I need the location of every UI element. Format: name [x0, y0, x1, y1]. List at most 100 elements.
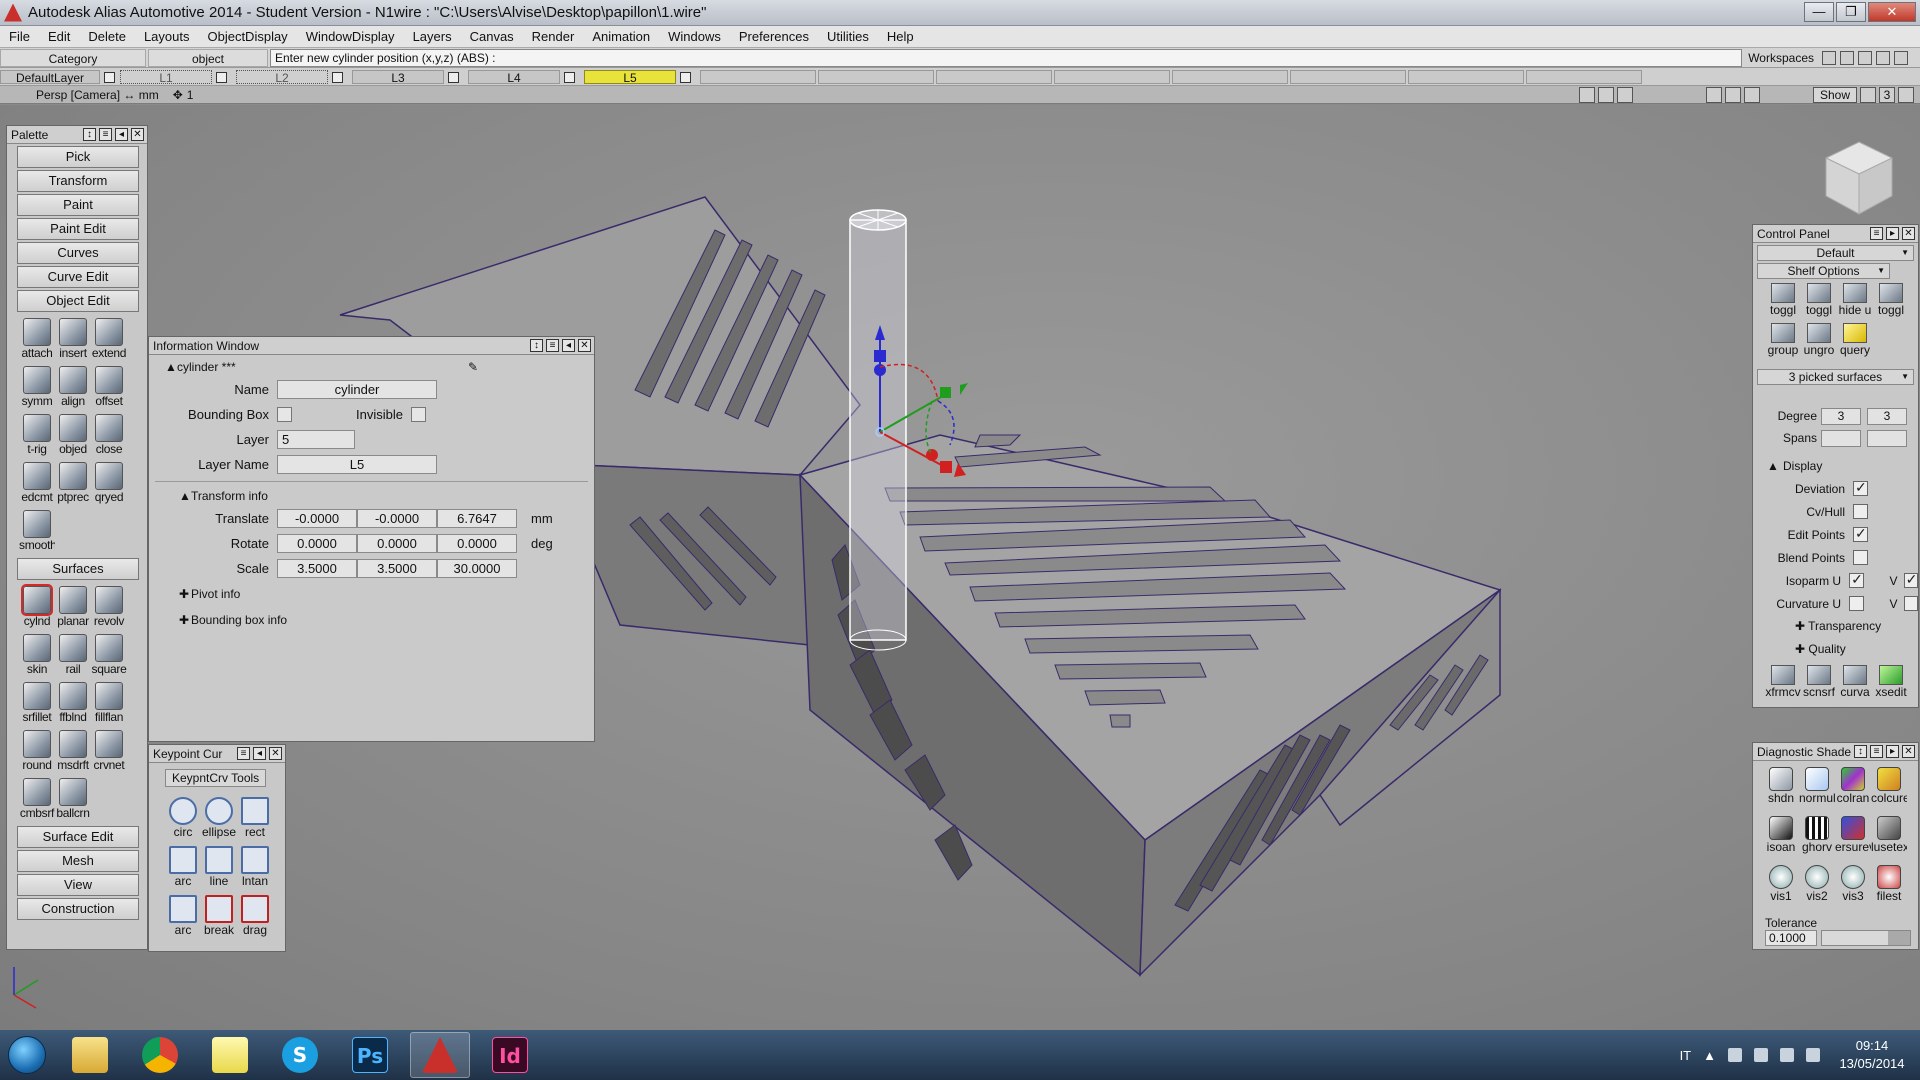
kp-tool-circ[interactable]: circ [165, 793, 201, 842]
diag-isoan[interactable]: isoan [1763, 814, 1799, 863]
tool-qryed[interactable]: qryed [91, 460, 127, 508]
layout-icon[interactable] [1860, 87, 1876, 103]
palette-curves-button[interactable]: Curves [17, 242, 139, 264]
object-selector[interactable]: object [148, 48, 268, 67]
tool-msdrft[interactable]: msdrft [55, 728, 91, 776]
tool-extend[interactable]: extend [91, 316, 127, 364]
tool-t-rig[interactable]: t-rig [19, 412, 55, 460]
diag-colran[interactable]: colran [1835, 765, 1871, 814]
layer-l3-checkbox[interactable] [448, 71, 459, 83]
layer-slot[interactable] [700, 69, 816, 84]
tray-expand-icon[interactable]: ▲ [1703, 1048, 1716, 1063]
menu-render[interactable]: Render [523, 26, 584, 48]
palette-transform-button[interactable]: Transform [17, 170, 139, 192]
isoparm-u-checkbox[interactable] [1849, 571, 1864, 588]
tool-srfillet[interactable]: srfillet [19, 680, 55, 728]
tool-edcmt[interactable]: edcmt [19, 460, 55, 508]
tool-smooth[interactable]: smooth [19, 508, 55, 556]
workspace-save-icon[interactable] [1822, 50, 1836, 65]
collapse-icon[interactable]: ◂ [562, 339, 575, 352]
object-section-header[interactable]: ▲cylinder *** ✎ [155, 357, 588, 377]
maximize-button[interactable]: ❐ [1836, 2, 1866, 22]
collapse-icon[interactable]: ◂ [115, 128, 128, 141]
wireframe-icon[interactable] [1724, 87, 1741, 103]
menu-edit[interactable]: Edit [39, 26, 79, 48]
diag-vis3[interactable]: vis3 [1835, 863, 1871, 912]
cvhull-checkbox[interactable] [1853, 504, 1868, 519]
show-button[interactable]: Show [1812, 87, 1857, 103]
tool-align[interactable]: align [55, 364, 91, 412]
tolerance-field[interactable]: 0.1000 [1765, 930, 1817, 946]
layer-default-checkbox[interactable] [104, 71, 115, 83]
zoom-icon[interactable] [1616, 87, 1633, 103]
palette-paint-edit-button[interactable]: Paint Edit [17, 218, 139, 240]
translate-z-field[interactable]: 6.7647 [437, 509, 517, 528]
camera-icon[interactable] [1578, 87, 1595, 103]
kp-tool-lntan[interactable]: lntan [237, 842, 273, 891]
shelf-toggle-2[interactable]: toggl [1801, 283, 1837, 323]
tool-attach[interactable]: attach [19, 316, 55, 364]
display-section-header[interactable]: ▲ Display [1753, 455, 1918, 477]
signal-icon[interactable] [1780, 1048, 1794, 1062]
tool-planar[interactable]: planar [55, 584, 91, 632]
diag-lusetex[interactable]: lusetex [1871, 814, 1907, 863]
minimize-button[interactable]: — [1804, 2, 1834, 22]
menu-objectdisplay[interactable]: ObjectDisplay [198, 26, 296, 48]
shelf-ungroup[interactable]: ungro [1801, 323, 1837, 363]
layer-l2[interactable]: L2 [236, 69, 343, 85]
close-icon[interactable]: ✕ [269, 747, 282, 760]
taskbar-explorer[interactable] [60, 1032, 120, 1078]
tool-scnsrf[interactable]: scnsrf [1801, 665, 1837, 705]
workspaces-label[interactable]: Workspaces [1748, 51, 1814, 65]
transparency-section[interactable]: ✚ Transparency [1753, 615, 1918, 638]
taskbar-clock[interactable]: 09:14 13/05/2014 [1832, 1037, 1912, 1073]
shelf-toggle-3[interactable]: toggl [1873, 283, 1909, 323]
kp-tool-drag[interactable]: drag [237, 891, 273, 940]
close-icon[interactable]: ✕ [131, 128, 144, 141]
taskbar-notes[interactable] [200, 1032, 260, 1078]
diag-ghorv[interactable]: ghorv [1799, 814, 1835, 863]
tool-symm[interactable]: symm [19, 364, 55, 412]
palette-curve-edit-button[interactable]: Curve Edit [17, 266, 139, 288]
tool-curva[interactable]: curva [1837, 665, 1873, 705]
diag-filest[interactable]: filest [1871, 863, 1907, 912]
degree-u-field[interactable]: 3 [1821, 407, 1861, 425]
shelf-toggle-1[interactable]: toggl [1765, 283, 1801, 323]
workspace-tool-icon[interactable] [1840, 50, 1854, 65]
layer-slot[interactable] [1054, 69, 1170, 84]
blend-points-checkbox[interactable] [1853, 550, 1868, 565]
view-cube[interactable] [1820, 138, 1898, 220]
collapse-icon[interactable]: ▸ [1886, 227, 1899, 240]
diag-normul[interactable]: normul [1799, 765, 1835, 814]
tool-close[interactable]: close [91, 412, 127, 460]
shelf-hide[interactable]: hide u [1837, 283, 1873, 323]
palette-paint-button[interactable]: Paint [17, 194, 139, 216]
layer-l3[interactable]: L3 [352, 69, 459, 85]
tool-objed[interactable]: objed [55, 412, 91, 460]
volume-icon[interactable] [1754, 1048, 1768, 1062]
diag-shdn[interactable]: shdn [1763, 765, 1799, 814]
menu-help[interactable]: Help [878, 26, 923, 48]
translate-y-field[interactable]: -0.0000 [357, 509, 437, 528]
translate-x-field[interactable]: -0.0000 [277, 509, 357, 528]
workspace-pin-icon[interactable] [1876, 50, 1890, 65]
kp-tool-rect[interactable]: rect [237, 793, 273, 842]
layer-slot[interactable] [818, 69, 934, 84]
layer-l4-checkbox[interactable] [564, 71, 575, 83]
quality-section[interactable]: ✚ Quality [1753, 638, 1918, 661]
kp-tool-break[interactable]: break [201, 891, 237, 940]
layer-name-field[interactable]: L5 [277, 455, 437, 474]
menu-icon[interactable]: ≡ [1870, 745, 1883, 758]
diag-vis1[interactable]: vis1 [1763, 863, 1799, 912]
pin-icon[interactable]: ✎ [468, 357, 478, 377]
menu-utilities[interactable]: Utilities [818, 26, 878, 48]
tool-xfrmcv[interactable]: xfrmcv [1765, 665, 1801, 705]
layer-slot[interactable] [1526, 69, 1642, 84]
tool-cylnd[interactable]: cylnd [19, 584, 55, 632]
layer-slot[interactable] [1290, 69, 1406, 84]
palette-mesh-button[interactable]: Mesh [17, 850, 139, 872]
tool-fillflan[interactable]: fillflan [91, 680, 127, 728]
layer-slot[interactable] [1408, 69, 1524, 84]
shelf-group[interactable]: group [1765, 323, 1801, 363]
menu-icon[interactable]: ≡ [546, 339, 559, 352]
